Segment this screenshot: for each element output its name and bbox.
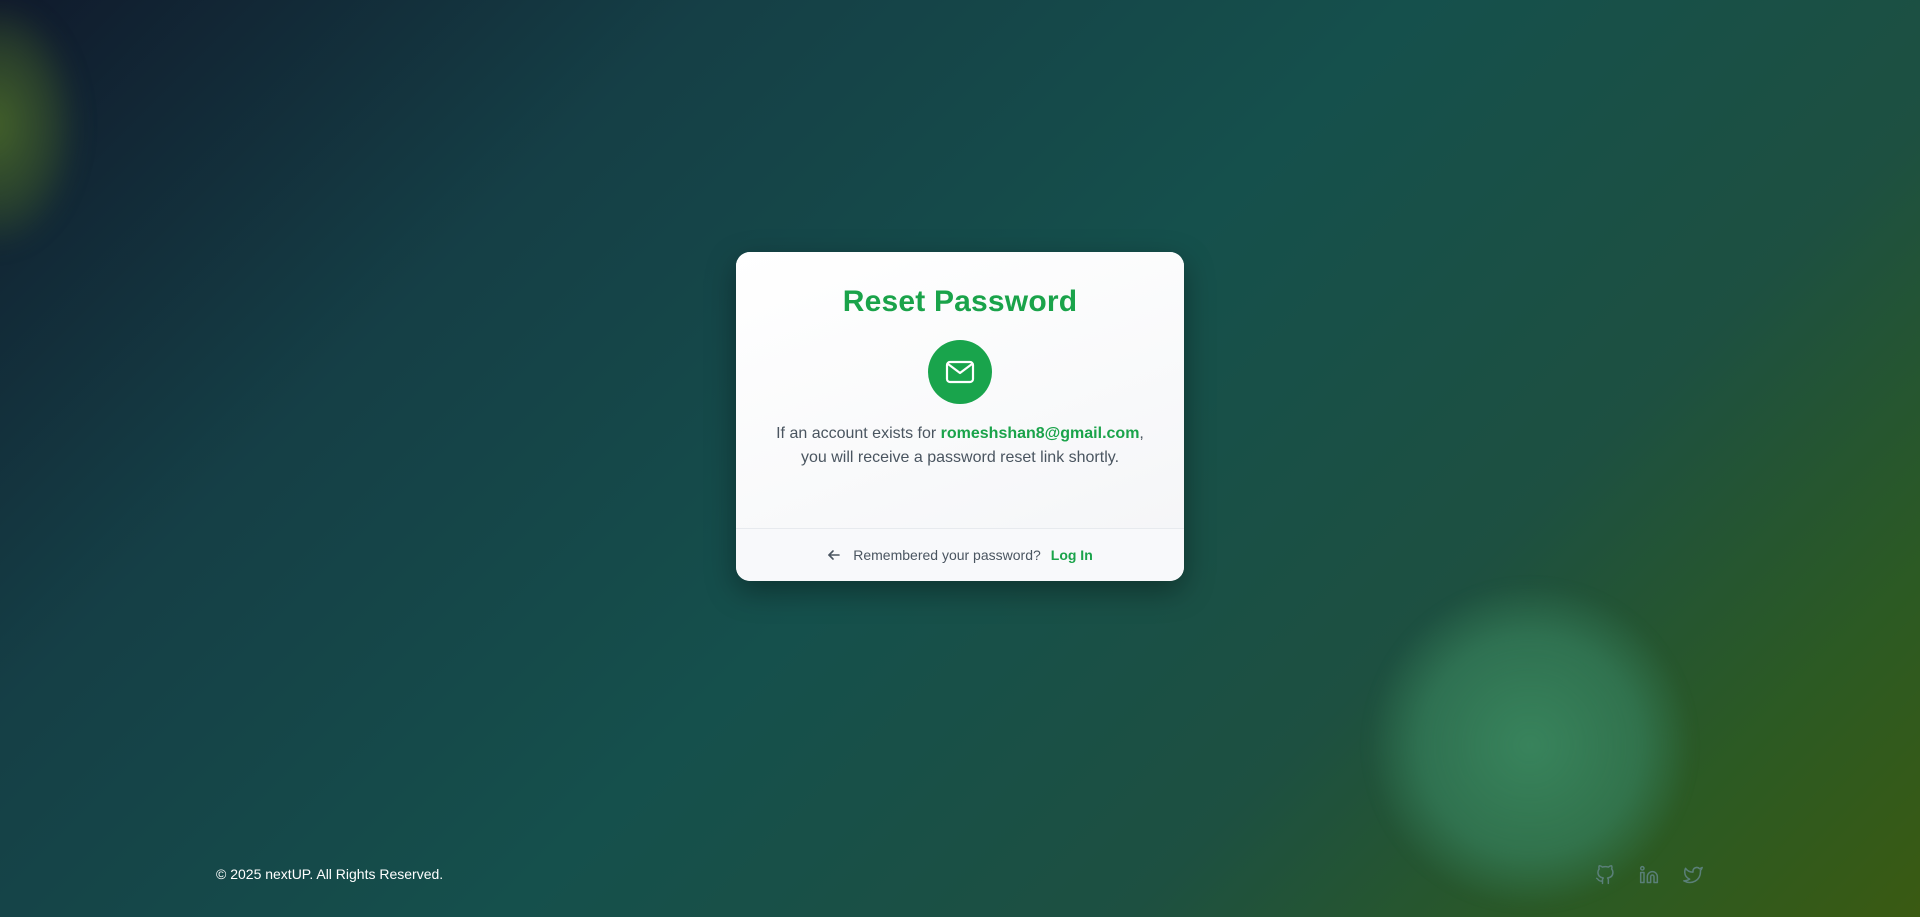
reset-password-card: Reset Password If an account exists for … <box>736 252 1184 581</box>
twitter-icon[interactable] <box>1682 864 1704 886</box>
page-title: Reset Password <box>842 285 1078 318</box>
background-blob-left <box>0 0 80 250</box>
github-icon[interactable] <box>1594 864 1616 886</box>
arrow-left-icon[interactable] <box>827 548 841 562</box>
card-body: Reset Password If an account exists for … <box>736 252 1184 528</box>
message-prefix: If an account exists for <box>776 425 941 442</box>
copyright-text: © 2025 nextUP. All Rights Reserved. <box>216 866 444 882</box>
message-line-2: you will receive a password reset link s… <box>800 449 1120 466</box>
message-suffix: , <box>1139 425 1144 442</box>
login-link[interactable]: Log In <box>1051 547 1093 563</box>
remembered-password-text: Remembered your password? <box>853 547 1041 563</box>
card-footer: Remembered your password? Log In <box>736 528 1184 581</box>
background-blob-right <box>1370 585 1690 905</box>
confirmation-message: If an account exists for romeshshan8@gma… <box>776 422 1144 470</box>
linkedin-icon[interactable] <box>1638 864 1660 886</box>
mail-icon <box>928 340 992 404</box>
email-address: romeshshan8@gmail.com <box>940 425 1140 442</box>
